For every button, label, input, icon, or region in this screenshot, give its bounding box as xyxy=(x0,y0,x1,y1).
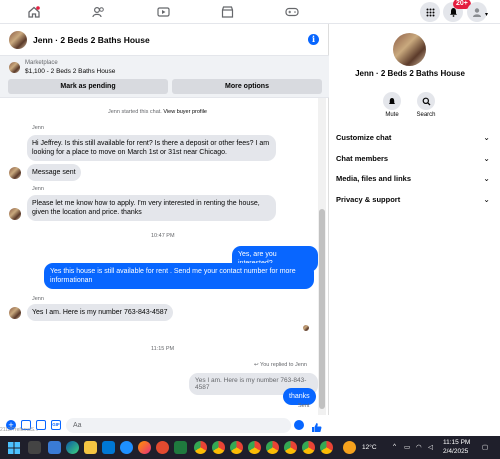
chat-members-row[interactable]: Chat members ⌄ xyxy=(336,152,490,166)
file-explorer-icon[interactable] xyxy=(84,441,97,454)
sender-avatar[interactable] xyxy=(9,167,21,179)
reply-indicator: ↩ You replied to Jenn xyxy=(254,362,307,368)
outgoing-message[interactable]: Yes this house is still available for re… xyxy=(44,263,314,289)
wifi-icon[interactable]: ◠ xyxy=(416,443,422,451)
sender-avatar[interactable] xyxy=(9,307,21,319)
volume-icon[interactable]: ◁ xyxy=(428,443,433,451)
chrome-icon[interactable] xyxy=(320,441,333,454)
customize-chat-row[interactable]: Customize chat ⌄ xyxy=(336,131,490,145)
chat-started-text: Jenn started this chat. xyxy=(108,109,162,115)
profile-avatar[interactable] xyxy=(467,2,487,22)
windows-start-icon[interactable] xyxy=(8,441,21,454)
bell-icon xyxy=(383,92,401,110)
incoming-message[interactable]: Yes I am. Here is my number 763-843-4587 xyxy=(27,304,173,321)
chrome-icon[interactable] xyxy=(284,441,297,454)
windows-taskbar: 12°C ^ ▭ ◠ ◁ 11:15 PM 2/4/2025 ▢ xyxy=(0,436,500,459)
chrome-icon[interactable] xyxy=(248,441,261,454)
marketplace-icon[interactable] xyxy=(218,3,236,21)
chevron-down-icon: ⌄ xyxy=(483,133,490,142)
chevron-down-icon: ⌄ xyxy=(483,195,490,204)
store-icon[interactable] xyxy=(102,441,115,454)
scrollbar-thumb[interactable] xyxy=(319,209,325,409)
notifications-bell-icon[interactable]: 20+ xyxy=(443,0,471,22)
marketplace-label: Marketplace xyxy=(25,60,58,66)
app-icon[interactable] xyxy=(156,441,169,454)
gaming-icon[interactable] xyxy=(283,3,301,21)
friends-icon[interactable] xyxy=(89,3,107,21)
message-composer: + GIF Aa xyxy=(0,415,329,436)
more-options-button[interactable]: More options xyxy=(172,79,322,94)
thumbs-up-icon[interactable] xyxy=(311,420,322,432)
sent-status: Sent xyxy=(298,403,310,409)
message-thread: Jenn started this chat. View buyer profi… xyxy=(0,98,318,415)
incoming-message[interactable]: Message sent xyxy=(27,164,81,181)
firefox-icon[interactable] xyxy=(138,441,151,454)
mute-button[interactable]: Mute xyxy=(376,92,408,118)
row-label: Privacy & support xyxy=(336,195,401,204)
clock-time[interactable]: 11:15 PM xyxy=(443,439,470,446)
view-buyer-profile-link[interactable]: View buyer profile xyxy=(163,109,207,115)
network-icon[interactable]: ▭ xyxy=(404,443,410,451)
task-view-icon[interactable] xyxy=(28,441,41,454)
notification-center-icon[interactable]: ▢ xyxy=(482,443,488,451)
app-icon[interactable] xyxy=(120,441,133,454)
listing-price-title[interactable]: $1,100 - 2 Beds 2 Baths House xyxy=(25,68,115,75)
chat-panel: Jenn · 2 Beds 2 Baths House i Marketplac… xyxy=(0,24,329,436)
edge-icon[interactable] xyxy=(66,441,79,454)
top-navigation-bar: 20+ ▾ xyxy=(0,0,500,24)
chat-header: Jenn · 2 Beds 2 Baths House i xyxy=(0,24,329,56)
sender-name: Jenn xyxy=(32,125,44,131)
privacy-support-row[interactable]: Privacy & support ⌄ xyxy=(336,193,490,207)
seen-receipt-avatar xyxy=(303,325,309,331)
media-files-links-row[interactable]: Media, files and links ⌄ xyxy=(336,172,490,186)
clock-date[interactable]: 2/4/2025 xyxy=(443,448,468,455)
info-icon[interactable]: i xyxy=(308,34,319,45)
incoming-message[interactable]: Please let me know how to apply. I'm ver… xyxy=(27,195,276,221)
sender-name: Jenn xyxy=(32,296,44,302)
timestamp: 10:47 PM xyxy=(151,233,175,239)
timestamp: 11:15 PM xyxy=(151,346,175,352)
app-icon[interactable] xyxy=(174,441,187,454)
mark-as-pending-button[interactable]: Mark as pending xyxy=(8,79,168,94)
chrome-icon[interactable] xyxy=(230,441,243,454)
chrome-icon[interactable] xyxy=(194,441,207,454)
message-input[interactable]: Aa xyxy=(66,418,291,433)
details-title: Jenn · 2 Beds 2 Baths House xyxy=(355,69,465,78)
weather-temperature[interactable]: 12°C xyxy=(362,444,377,451)
menu-grid-icon[interactable] xyxy=(420,2,440,22)
search-label: Search xyxy=(416,112,436,118)
emoji-icon[interactable] xyxy=(294,420,304,430)
chevron-down-icon: ⌄ xyxy=(483,174,490,183)
incoming-message[interactable]: Hi Jeffrey. Is this still available for … xyxy=(27,135,276,161)
status-url-hint: 2112/?referralS... xyxy=(0,427,39,433)
chevron-down-icon[interactable]: ▾ xyxy=(485,11,488,18)
sender-name: Jenn xyxy=(32,186,44,192)
gif-icon[interactable]: GIF xyxy=(51,420,61,430)
chat-title[interactable]: Jenn · 2 Beds 2 Baths House xyxy=(33,35,150,45)
listing-thumbnail xyxy=(9,62,20,73)
search-button[interactable]: Search xyxy=(410,92,442,118)
widgets-icon[interactable] xyxy=(48,441,61,454)
chrome-icon[interactable] xyxy=(266,441,279,454)
row-label: Chat members xyxy=(336,154,389,163)
row-label: Customize chat xyxy=(336,133,392,142)
search-icon xyxy=(417,92,435,110)
chat-details-panel: Jenn · 2 Beds 2 Baths House Mute Search … xyxy=(330,24,500,436)
tray-chevron-icon[interactable]: ^ xyxy=(393,443,396,450)
reply-label: You replied to Jenn xyxy=(260,362,307,368)
mute-label: Mute xyxy=(385,112,399,118)
home-icon[interactable] xyxy=(25,3,43,21)
marketplace-listing-banner: Marketplace $1,100 - 2 Beds 2 Baths Hous… xyxy=(0,56,329,98)
chat-started-notice: Jenn started this chat. View buyer profi… xyxy=(108,109,207,115)
chevron-down-icon: ⌄ xyxy=(483,154,490,163)
chrome-icon[interactable] xyxy=(212,441,225,454)
weather-icon[interactable] xyxy=(343,441,356,454)
chrome-icon[interactable] xyxy=(302,441,315,454)
video-icon[interactable] xyxy=(154,3,172,21)
listing-avatar[interactable] xyxy=(9,30,27,49)
listing-large-avatar[interactable] xyxy=(393,33,426,66)
sender-avatar[interactable] xyxy=(9,208,21,220)
row-label: Media, files and links xyxy=(336,174,412,183)
